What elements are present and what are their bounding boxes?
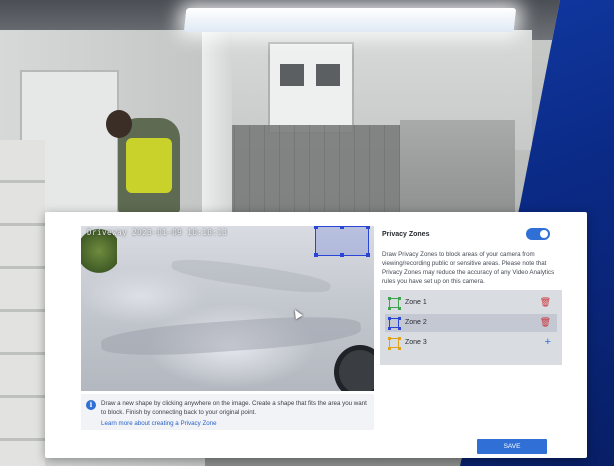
delete-icon[interactable]: 🗑 (540, 316, 551, 328)
zone-list: Zone 1 🗑 Zone 2 🗑 Zone 3 + (380, 290, 562, 365)
ceiling-light (183, 8, 517, 32)
kitchen-counter (400, 120, 515, 215)
privacy-zone-shape[interactable] (314, 226, 370, 257)
pillar (202, 28, 232, 213)
toggle-knob (540, 230, 548, 238)
door-window (316, 64, 340, 86)
info-text: Draw a new shape by clicking anywhere on… (101, 400, 367, 416)
zone-shape-icon (387, 336, 401, 350)
storage-shelf (0, 140, 45, 466)
zone-label: Zone 1 (405, 299, 427, 306)
double-doors (268, 42, 354, 134)
camera-timestamp: Driveway 2023-01-09 10:18:13 (87, 228, 228, 237)
delete-icon[interactable]: 🗑 (540, 296, 551, 308)
zone-handle[interactable] (314, 226, 318, 229)
zone-row-3[interactable]: Zone 3 + (385, 334, 557, 352)
zone-row-1[interactable]: Zone 1 🗑 (385, 294, 557, 312)
zone-handle[interactable] (314, 253, 318, 257)
privacy-zones-toggle[interactable] (526, 228, 550, 240)
camera-preview[interactable]: Driveway 2023-01-09 10:18:13 (81, 226, 374, 391)
zone-label: Zone 2 (405, 319, 427, 326)
worker-head (106, 110, 132, 138)
privacy-zones-title: Privacy Zones (382, 231, 430, 238)
zone-handle[interactable] (340, 226, 344, 229)
add-icon[interactable]: + (545, 336, 551, 348)
zone-handle[interactable] (366, 226, 370, 229)
safety-vest (126, 138, 172, 193)
save-button[interactable]: SAVE (477, 439, 547, 454)
privacy-zones-dialog: Driveway 2023-01-09 10:18:13 i Draw a ne… (45, 212, 587, 458)
door-window (280, 64, 304, 86)
zone-shape-icon (387, 316, 401, 330)
zone-label: Zone 3 (405, 339, 427, 346)
privacy-zones-description: Draw Privacy Zones to block areas of you… (382, 251, 555, 285)
learn-more-link[interactable]: Learn more about creating a Privacy Zone (101, 420, 217, 427)
info-box: i Draw a new shape by clicking anywhere … (81, 394, 374, 430)
zone-row-2[interactable]: Zone 2 🗑 (385, 314, 557, 332)
zone-handle[interactable] (366, 253, 370, 257)
zone-handle[interactable] (340, 253, 344, 257)
info-icon: i (86, 400, 96, 410)
worker-figure (106, 110, 180, 213)
zone-shape-icon (387, 296, 401, 310)
